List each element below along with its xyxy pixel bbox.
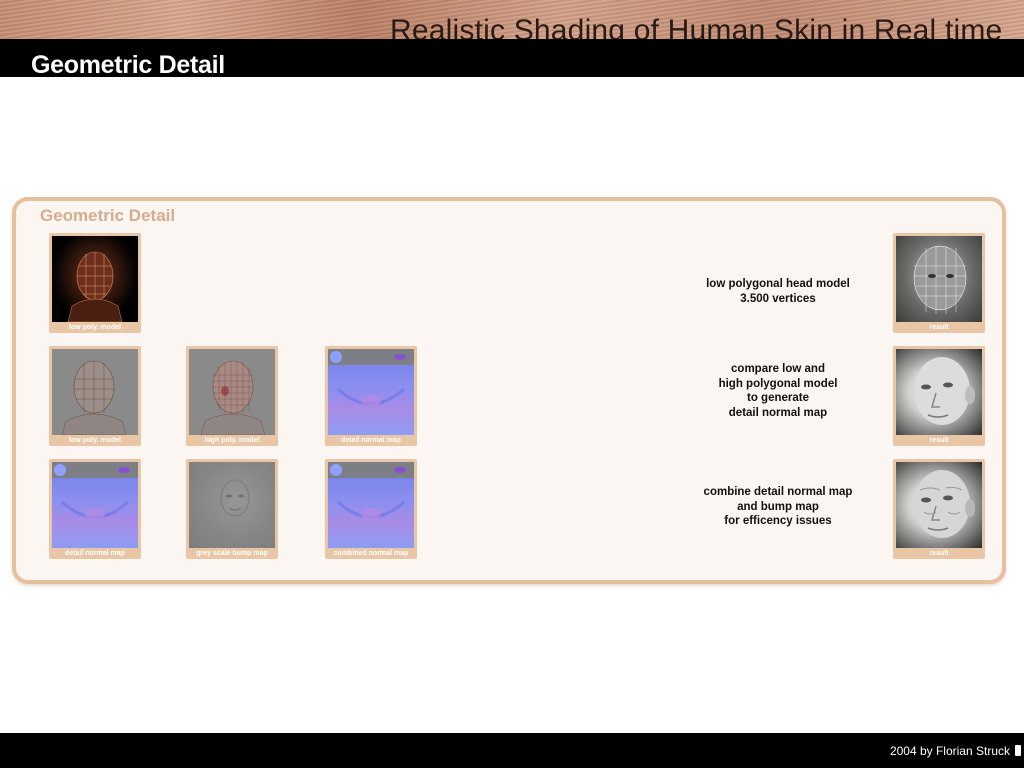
thumb-combined-normal-map: combined normal map <box>325 459 417 559</box>
panel-title: Geometric Detail <box>40 206 176 225</box>
shaded-head-result-image <box>896 349 982 435</box>
detail-normal-map-image <box>52 462 138 548</box>
thumb-grey-scale-bump-map: grey scale bump map <box>186 459 278 559</box>
low-poly-wireframe-image <box>52 349 138 435</box>
banner-title: Realistic Shading of Human Skin in Real … <box>390 14 1003 40</box>
result-2: result <box>893 346 985 446</box>
detail-normal-map-image <box>328 349 414 435</box>
result-1: result <box>893 233 985 333</box>
thumb-detail-normal-map-2: detail normal map <box>49 459 141 559</box>
footer-credit: 2004 by Florian Struck <box>889 744 1010 758</box>
row-3-description: combine detail normal map and bump map f… <box>703 486 853 527</box>
combined-normal-map-image <box>328 462 414 548</box>
grey-scale-bump-map-image <box>189 462 275 548</box>
thumb-low-poly-model-2: low poly. model <box>49 346 141 446</box>
thumb-caption: detail normal map <box>341 437 401 444</box>
result-caption: result <box>929 550 949 557</box>
low-poly-head-image <box>52 236 138 322</box>
thumb-caption: grey scale bump map <box>196 550 268 557</box>
result-caption: result <box>929 324 949 331</box>
thumb-caption: low poly. model <box>69 437 121 444</box>
thumb-caption: low poly. model <box>69 324 121 331</box>
high-poly-wireframe-image <box>189 349 275 435</box>
thumb-detail-normal-map: detail normal map <box>325 346 417 446</box>
row-2-description: compare low and high polygonal model to … <box>718 363 838 419</box>
wireframe-head-result-image <box>896 236 982 322</box>
skin-texture-banner: Realistic Shading of Human Skin in Real … <box>0 0 1024 40</box>
thumb-caption: combined normal map <box>333 550 409 557</box>
footer-bar: 2004 by Florian Struck <box>0 733 1024 768</box>
thumb-caption: detail normal map <box>65 550 125 557</box>
row-1-description: low polygonal head model 3.500 vertices <box>706 278 850 305</box>
result-caption: result <box>929 437 949 444</box>
result-3: result <box>893 459 985 559</box>
slide-title: Geometric Detail <box>31 51 225 79</box>
thumb-low-poly-model: low poly. model <box>49 233 141 333</box>
thumb-high-poly-model: high poly. model <box>186 346 278 446</box>
footer-marker <box>1015 745 1021 756</box>
thumb-caption: high poly. model <box>204 437 260 444</box>
shaded-head-result-image <box>896 462 982 548</box>
